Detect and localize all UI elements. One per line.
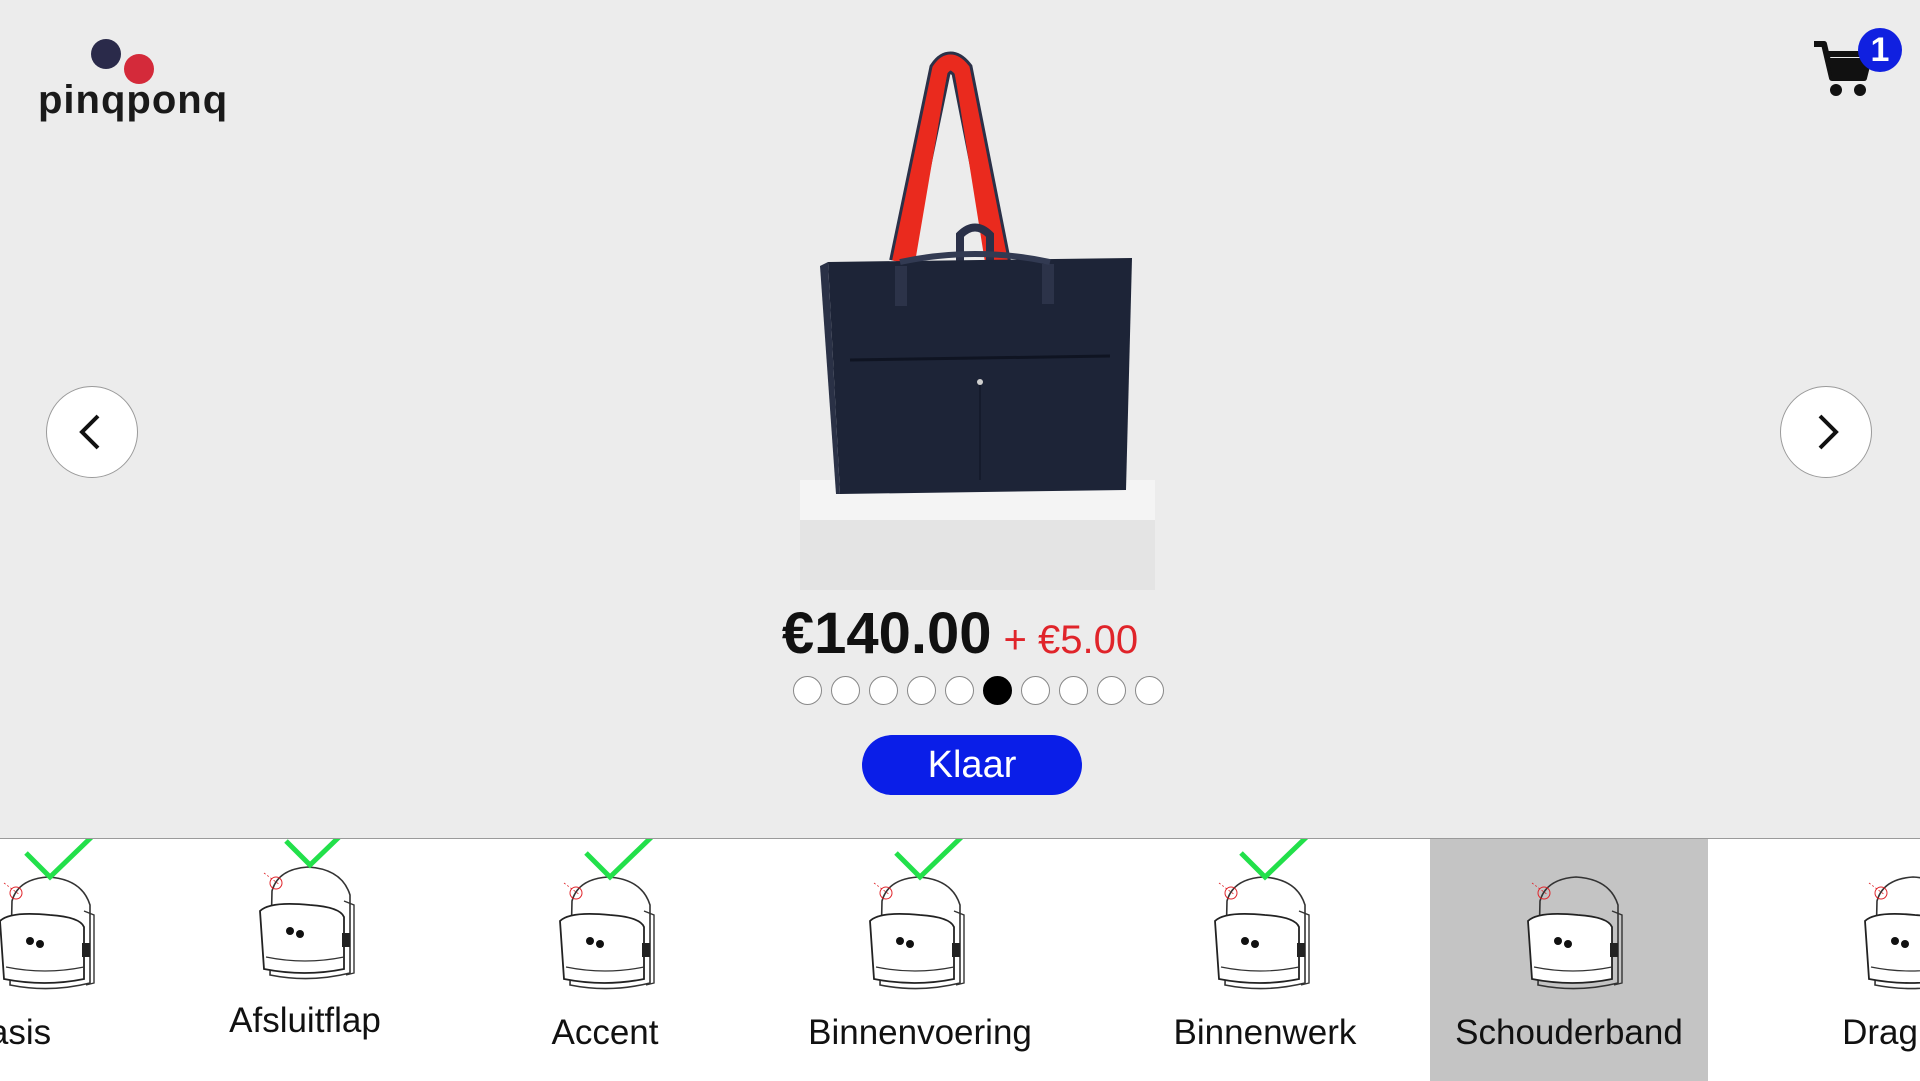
checkmark-icon [584, 839, 654, 881]
chevron-right-icon [1818, 414, 1839, 450]
cart-button[interactable]: 1 [1812, 28, 1902, 108]
checkmark-icon [284, 839, 341, 869]
pagination-dot[interactable] [1021, 676, 1050, 705]
backpack-icon [559, 876, 655, 990]
pagination-dot[interactable] [907, 676, 936, 705]
pagination-dot[interactable] [945, 676, 974, 705]
component-label: Accent [551, 1013, 659, 1052]
backpack-icon [259, 866, 355, 980]
component-item[interactable]: Accent [465, 839, 745, 1081]
pagination-dot[interactable] [1097, 676, 1126, 705]
component-label: Binnenvoering [808, 1013, 1032, 1052]
component-item[interactable]: Drag [1740, 839, 1920, 1081]
backpack-icon [1864, 876, 1920, 990]
component-label: Binnenwerk [1173, 1013, 1357, 1052]
component-item[interactable]: Binnenwerk [1125, 839, 1405, 1081]
next-button[interactable] [1780, 386, 1872, 478]
component-label: asis [0, 1013, 52, 1052]
product-price: €140.00 [781, 601, 992, 666]
component-selector: asis Afsluitflap Accent Binnenvoering Binnen… [0, 838, 1920, 1081]
backpack-icon [1214, 876, 1310, 990]
checkmark-icon [894, 839, 964, 881]
pedestal [800, 520, 1155, 590]
pagination-dot[interactable] [1135, 676, 1164, 705]
surcharge-price: + €5.00 [1003, 618, 1139, 662]
logo-wordmark: pinqponq [38, 78, 229, 122]
carousel-pagination [793, 676, 1164, 705]
checkmark-icon [1239, 839, 1309, 881]
component-item[interactable]: Afsluitflap [165, 839, 445, 1081]
component-item[interactable]: Binnenvoering [780, 839, 1060, 1081]
checkmark-icon [24, 839, 94, 881]
price-row: €140.00 + €5.00 [0, 600, 1920, 667]
done-button[interactable]: Klaar [862, 735, 1082, 795]
pagination-dot[interactable] [793, 676, 822, 705]
tote-bag-image [820, 51, 1132, 494]
pinqponq-logo[interactable]: pinqponq [38, 36, 227, 126]
component-label: Schouderband [1455, 1013, 1683, 1052]
pagination-dot[interactable] [869, 676, 898, 705]
pagination-dot[interactable] [1059, 676, 1088, 705]
backpack-icon [0, 876, 95, 990]
pagination-dot[interactable] [983, 676, 1012, 705]
backpack-icon [869, 876, 965, 990]
component-label: Afsluitflap [229, 1001, 381, 1040]
component-item[interactable]: Schouderband [1430, 839, 1708, 1081]
previous-button[interactable] [46, 386, 138, 478]
pagination-dot[interactable] [831, 676, 860, 705]
cart-count-badge: 1 [1858, 28, 1902, 72]
product-image [800, 50, 1160, 590]
chevron-left-icon [79, 414, 100, 450]
component-label: Drag [1842, 1013, 1918, 1052]
logo-dot-navy [91, 39, 121, 69]
component-item[interactable]: asis [0, 839, 160, 1081]
backpack-icon [1527, 876, 1623, 990]
